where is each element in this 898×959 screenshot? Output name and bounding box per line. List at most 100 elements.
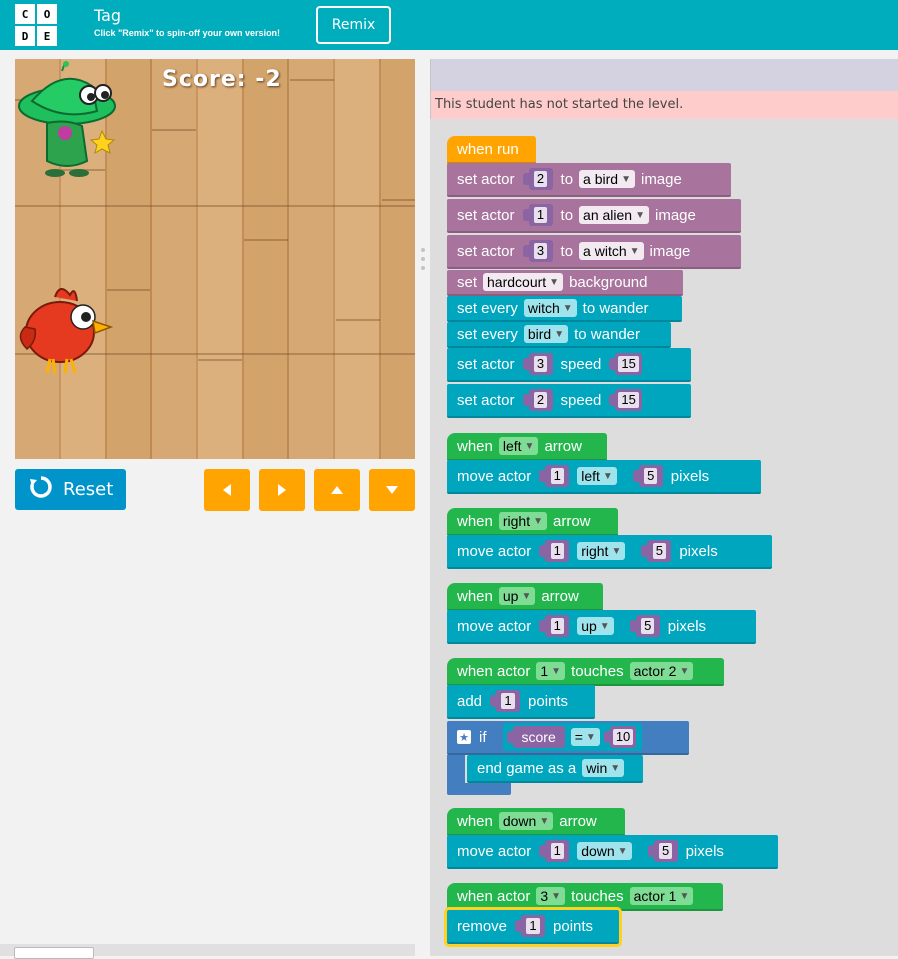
number-input[interactable]: 3 [522, 240, 553, 262]
move-actor-block[interactable]: move actor 1 up ▼ 5 pixels [447, 610, 756, 644]
end-game-block[interactable]: end game as a win ▼ [467, 755, 643, 783]
code-logo[interactable]: C O D E [15, 4, 59, 46]
number-input[interactable]: 1 [539, 615, 570, 637]
number-value: 5 [644, 468, 658, 484]
reset-button[interactable]: Reset [15, 469, 126, 510]
number-input[interactable]: 3 [522, 353, 553, 375]
actor-type-dropdown[interactable]: witch ▼ [523, 299, 577, 317]
up-arrow-button[interactable] [314, 469, 360, 511]
actor-dropdown[interactable]: 1 ▼ [536, 662, 566, 680]
grip-icon[interactable] [421, 248, 425, 270]
block-label: arrow [541, 587, 579, 605]
language-selector[interactable] [14, 947, 94, 959]
arrow-dropdown[interactable]: right ▼ [498, 512, 547, 530]
dropdown-arrow-icon: ▼ [617, 845, 628, 857]
block-label: set actor [457, 391, 515, 409]
dropdown-arrow-icon: ▼ [679, 665, 690, 677]
number-input[interactable]: 10 [603, 726, 637, 748]
number-input[interactable]: 5 [629, 615, 660, 637]
number-input[interactable]: 2 [522, 389, 553, 411]
block-label: speed [560, 355, 602, 373]
number-input[interactable]: 5 [641, 540, 672, 562]
block-workspace[interactable]: when run set actor 2 to a bird ▼ image se… [430, 119, 898, 956]
set-actor-image-block[interactable]: set actor 1 to an alien ▼ image [447, 199, 741, 233]
when-down-arrow-block[interactable]: when down ▼ arrow [447, 808, 625, 836]
number-input[interactable]: 15 [609, 353, 642, 375]
if-block[interactable]: ★ if score = ▼ 10 [447, 721, 689, 755]
set-actor-speed-block[interactable]: set actor 2 speed 15 [447, 384, 691, 418]
operator-dropdown[interactable]: = ▼ [570, 728, 600, 746]
number-input[interactable]: 5 [647, 840, 678, 862]
arrow-dropdown[interactable]: up ▼ [498, 587, 536, 605]
number-input[interactable]: 1 [539, 465, 570, 487]
image-dropdown[interactable]: a bird ▼ [579, 170, 635, 188]
set-every-wander-block[interactable]: set every bird ▼ to wander [447, 322, 671, 348]
background-dropdown[interactable]: hardcourt ▼ [483, 273, 564, 291]
set-every-wander-block[interactable]: set every witch ▼ to wander [447, 296, 682, 322]
number-value: 5 [641, 618, 655, 634]
remix-button[interactable]: Remix [316, 6, 391, 44]
mutator-star-icon[interactable]: ★ [457, 730, 471, 744]
add-points-block[interactable]: add 1 points [447, 685, 595, 719]
move-actor-block[interactable]: move actor 1 left ▼ 5 pixels [447, 460, 761, 494]
number-input[interactable]: 1 [539, 540, 570, 562]
number-input[interactable]: 2 [522, 168, 553, 190]
arrow-dropdown[interactable]: left ▼ [498, 437, 539, 455]
image-dropdown[interactable]: an alien ▼ [579, 206, 649, 224]
block-label: remove [457, 917, 508, 935]
actor-type-dropdown[interactable]: bird ▼ [523, 325, 569, 343]
down-arrow-button[interactable] [369, 469, 415, 511]
dropdown-arrow-icon: ▼ [524, 440, 535, 452]
dropdown-arrow-icon: ▼ [602, 470, 613, 482]
when-right-arrow-block[interactable]: when right ▼ arrow [447, 508, 618, 536]
number-input[interactable]: 1 [515, 915, 546, 937]
resize-divider[interactable] [415, 50, 430, 956]
logo-letter: D [15, 26, 35, 46]
number-input[interactable]: 1 [539, 840, 570, 862]
actor-dropdown[interactable]: 3 ▼ [536, 887, 566, 905]
image-dropdown[interactable]: a witch ▼ [579, 242, 644, 260]
direction-dropdown[interactable]: up ▼ [577, 617, 614, 635]
dropdown-arrow-icon: ▼ [533, 515, 543, 527]
actor-dropdown[interactable]: actor 2 ▼ [629, 662, 694, 680]
project-subtitle: Click "Remix" to spin-off your own versi… [94, 28, 281, 38]
move-actor-block[interactable]: move actor 1 right ▼ 5 pixels [447, 535, 772, 569]
direction-dropdown[interactable]: right ▼ [577, 542, 626, 560]
dropdown-arrow-icon: ▼ [610, 762, 621, 774]
block-label: arrow [544, 437, 582, 455]
block-label: set [457, 273, 478, 291]
score-getter[interactable]: score [506, 726, 565, 748]
up-arrow-icon [331, 486, 343, 494]
right-arrow-button[interactable] [259, 469, 305, 511]
set-actor-image-block[interactable]: set actor 3 to a witch ▼ image [447, 235, 741, 269]
arrow-dropdown[interactable]: down ▼ [498, 812, 554, 830]
number-input[interactable]: 1 [490, 690, 521, 712]
outcome-dropdown[interactable]: win ▼ [582, 759, 625, 777]
set-actor-speed-block[interactable]: set actor 3 speed 15 [447, 348, 691, 382]
number-input[interactable]: 15 [609, 389, 642, 411]
block-label: background [569, 273, 648, 291]
left-arrow-button[interactable] [204, 469, 250, 511]
block-label: image [649, 242, 691, 260]
block-label: pixels [670, 467, 710, 485]
block-label: when [457, 437, 493, 455]
set-actor-image-block[interactable]: set actor 2 to a bird ▼ image [447, 163, 731, 197]
dropdown-arrow-icon: ▼ [539, 815, 550, 827]
number-input[interactable]: 1 [522, 204, 553, 226]
when-actor-touches-block[interactable]: when actor 3 ▼ touches actor 1 ▼ [447, 883, 723, 911]
when-left-arrow-block[interactable]: when left ▼ arrow [447, 433, 607, 461]
block-label: to [560, 170, 574, 188]
move-actor-block[interactable]: move actor 1 down ▼ 5 pixels [447, 835, 778, 869]
actor-dropdown[interactable]: actor 1 ▼ [629, 887, 694, 905]
when-run-block[interactable]: when run [447, 136, 536, 164]
when-up-arrow-block[interactable]: when up ▼ arrow [447, 583, 603, 611]
number-input[interactable]: 5 [632, 465, 663, 487]
compare-expression[interactable]: score = ▼ 10 [502, 723, 643, 751]
direction-dropdown[interactable]: down ▼ [577, 842, 632, 860]
when-actor-touches-block[interactable]: when actor 1 ▼ touches actor 2 ▼ [447, 658, 724, 686]
direction-dropdown[interactable]: left ▼ [577, 467, 617, 485]
score-display: Score: -2 [162, 67, 282, 92]
remove-points-block[interactable]: remove 1 points [444, 907, 622, 947]
set-background-block[interactable]: set hardcourt ▼ background [447, 270, 683, 296]
game-stage[interactable]: Score: -2 [15, 59, 415, 459]
